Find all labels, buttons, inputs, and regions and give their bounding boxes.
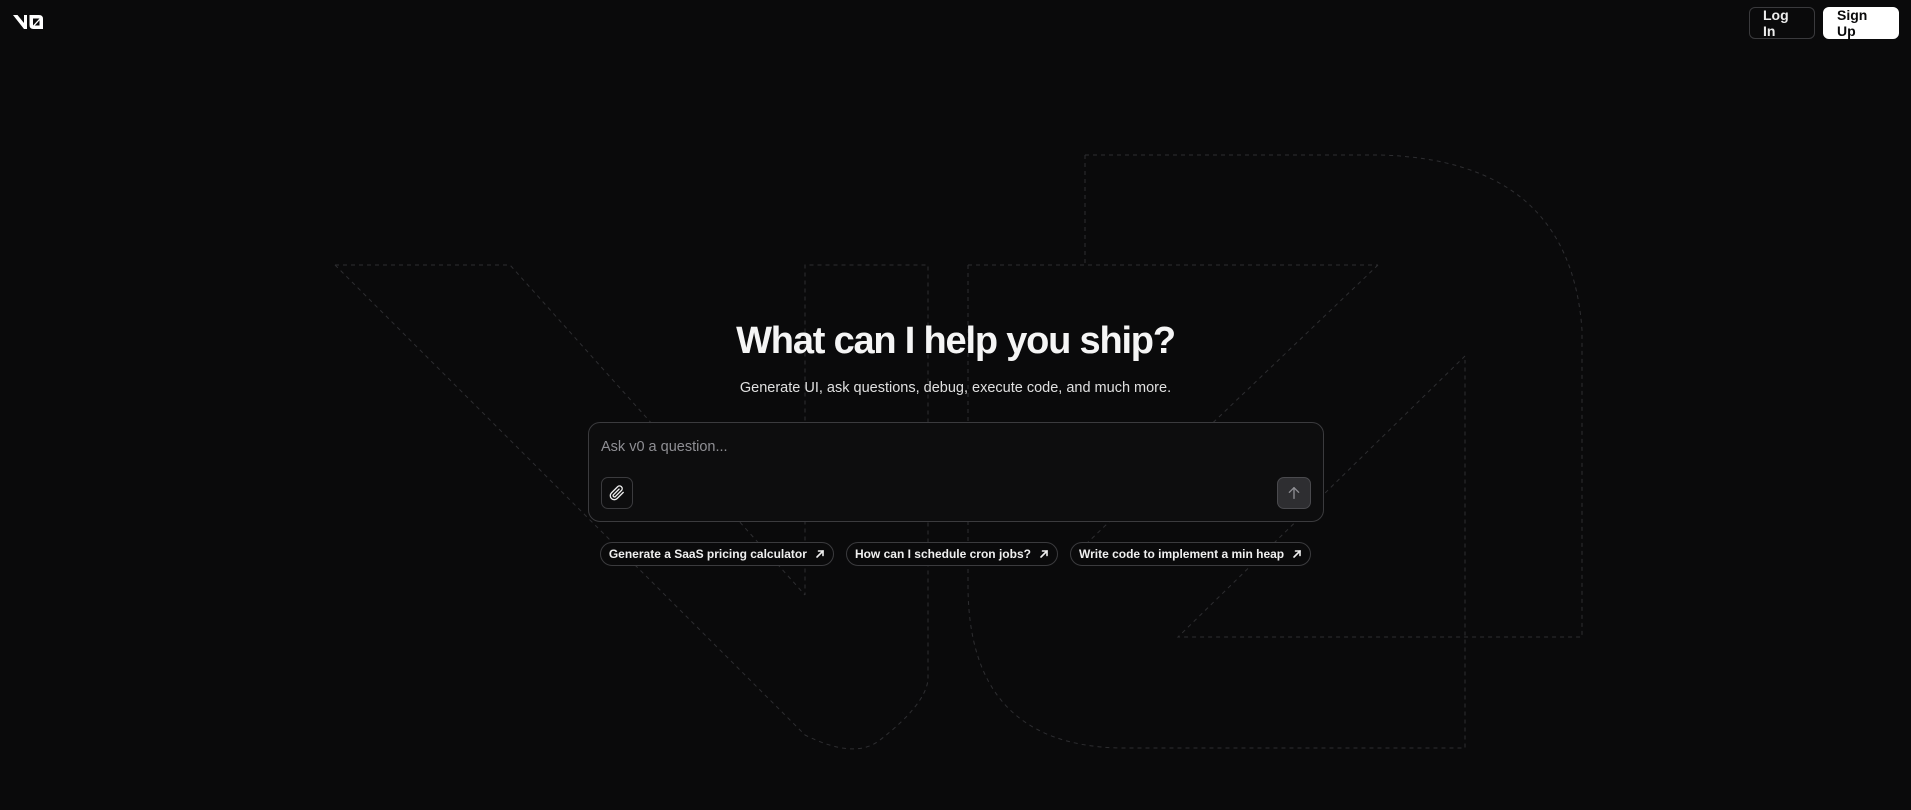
- v0-logo-icon: [13, 15, 43, 29]
- chat-input[interactable]: [601, 435, 1301, 459]
- suggestion-label: How can I schedule cron jobs?: [854, 547, 1031, 561]
- send-button[interactable]: [1277, 477, 1311, 509]
- background-v0-outline-art: [334, 154, 1583, 750]
- arrow-up-right-icon: [1040, 550, 1048, 558]
- page: Log In Sign Up What can I help you ship?…: [0, 0, 1911, 810]
- suggestion-chip-saas-pricing[interactable]: Generate a SaaS pricing calculator: [599, 542, 834, 566]
- arrow-up-right-icon: [816, 550, 824, 558]
- signup-button[interactable]: Sign Up: [1823, 7, 1899, 39]
- suggestion-chip-min-heap[interactable]: Write code to implement a min heap: [1069, 542, 1312, 566]
- v0-logo[interactable]: [12, 12, 44, 32]
- login-button[interactable]: Log In: [1749, 7, 1815, 39]
- arrow-up-icon: [1288, 487, 1300, 499]
- page-subtitle: Generate UI, ask questions, debug, execu…: [739, 380, 1172, 396]
- arrow-up-right-icon: [1293, 550, 1301, 558]
- suggestion-list: Generate a SaaS pricing calculator How c…: [0, 542, 1911, 566]
- suggestion-label: Generate a SaaS pricing calculator: [608, 547, 807, 561]
- attach-file-button[interactable]: [601, 477, 633, 509]
- top-nav: Log In Sign Up: [1749, 7, 1899, 39]
- paperclip-icon: [609, 485, 624, 501]
- chat-box: [588, 422, 1324, 522]
- suggestion-label: Write code to implement a min heap: [1078, 547, 1285, 561]
- suggestion-chip-cron-jobs[interactable]: How can I schedule cron jobs?: [845, 542, 1058, 566]
- page-title: What can I help you ship?: [736, 320, 1176, 362]
